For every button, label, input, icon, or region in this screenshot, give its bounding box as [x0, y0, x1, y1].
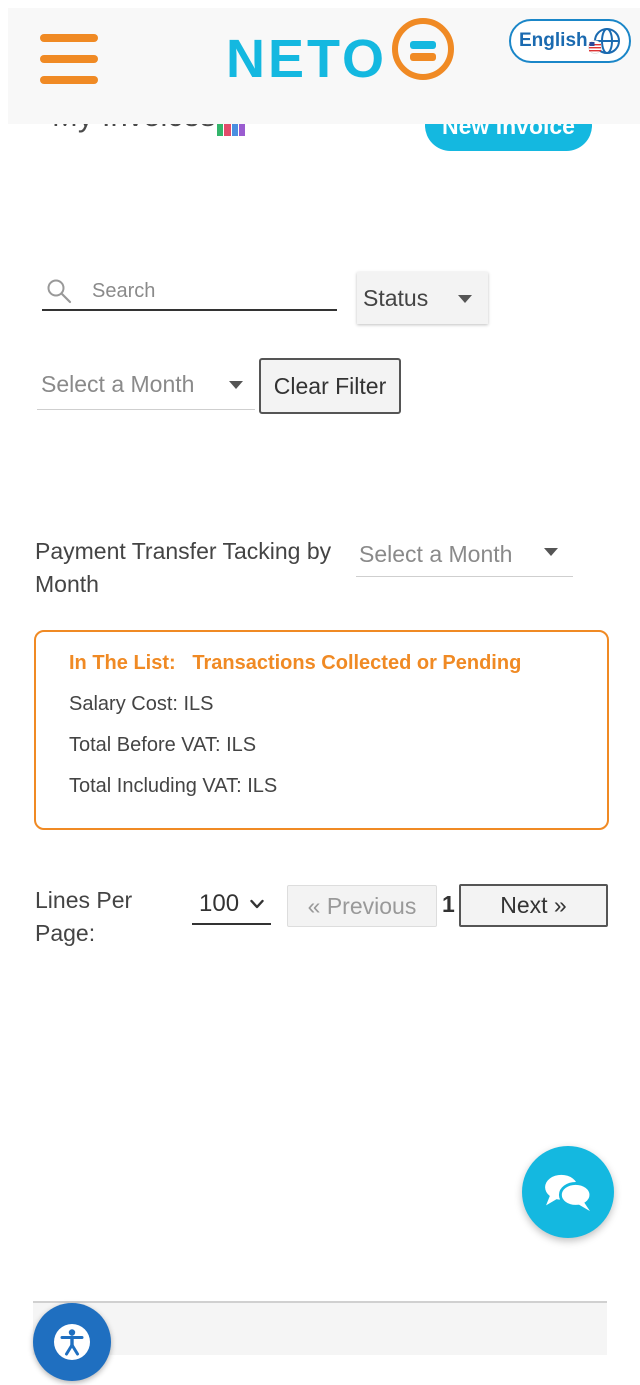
- language-button[interactable]: English: [509, 19, 631, 63]
- total-before-vat: Total Before VAT: ILS: [69, 734, 257, 756]
- footer-bar: [33, 1301, 607, 1355]
- clear-filter-button[interactable]: Clear Filter: [259, 358, 401, 414]
- chat-button[interactable]: [522, 1146, 614, 1238]
- accessibility-icon: [54, 1324, 90, 1360]
- accessibility-button[interactable]: [33, 1303, 111, 1381]
- payment-month-placeholder: Select a Month: [359, 540, 513, 567]
- payment-month-select[interactable]: Select a Month: [356, 532, 573, 577]
- search-field[interactable]: [42, 270, 337, 311]
- logo-text: NETO: [226, 29, 388, 89]
- salary-cost: Salary Cost: ILS: [69, 693, 214, 715]
- summary-heading-prefix: In The List:: [69, 652, 176, 674]
- next-page-button[interactable]: Next »: [459, 884, 608, 927]
- lines-per-page-label: Lines Per Page:: [35, 887, 133, 946]
- chat-icon: [545, 1174, 593, 1212]
- search-icon: [47, 279, 72, 304]
- search-input[interactable]: [92, 278, 332, 304]
- month-select[interactable]: Select a Month: [37, 360, 255, 410]
- summary-heading-value: Transactions Collected or Pending: [192, 652, 522, 674]
- globe-icon: [587, 26, 622, 56]
- previous-page-button[interactable]: « Previous: [287, 885, 437, 927]
- status-select[interactable]: Status: [357, 272, 488, 324]
- current-page-number[interactable]: 1: [442, 891, 455, 918]
- neto-logo[interactable]: NETO: [226, 18, 458, 88]
- total-including-vat: Total Including VAT: ILS: [69, 775, 278, 797]
- lines-per-page-value: 100: [199, 890, 240, 917]
- month-select-placeholder: Select a Month: [41, 371, 195, 397]
- logo-mark-icon: [392, 18, 454, 80]
- menu-icon[interactable]: [40, 34, 98, 84]
- lines-per-page-select[interactable]: 100: [192, 885, 271, 925]
- caret-down-icon: [544, 548, 558, 556]
- status-label: Status: [363, 284, 429, 311]
- caret-down-icon: [458, 295, 472, 303]
- language-label: English: [519, 30, 588, 51]
- us-flag-icon: [587, 40, 602, 54]
- caret-down-icon: [229, 381, 243, 389]
- summary-heading: In The List: Transactions Collected or P…: [69, 648, 521, 678]
- payment-tracking-label: Payment Transfer Tacking by Month: [35, 538, 332, 597]
- chevron-down-icon: [250, 899, 264, 909]
